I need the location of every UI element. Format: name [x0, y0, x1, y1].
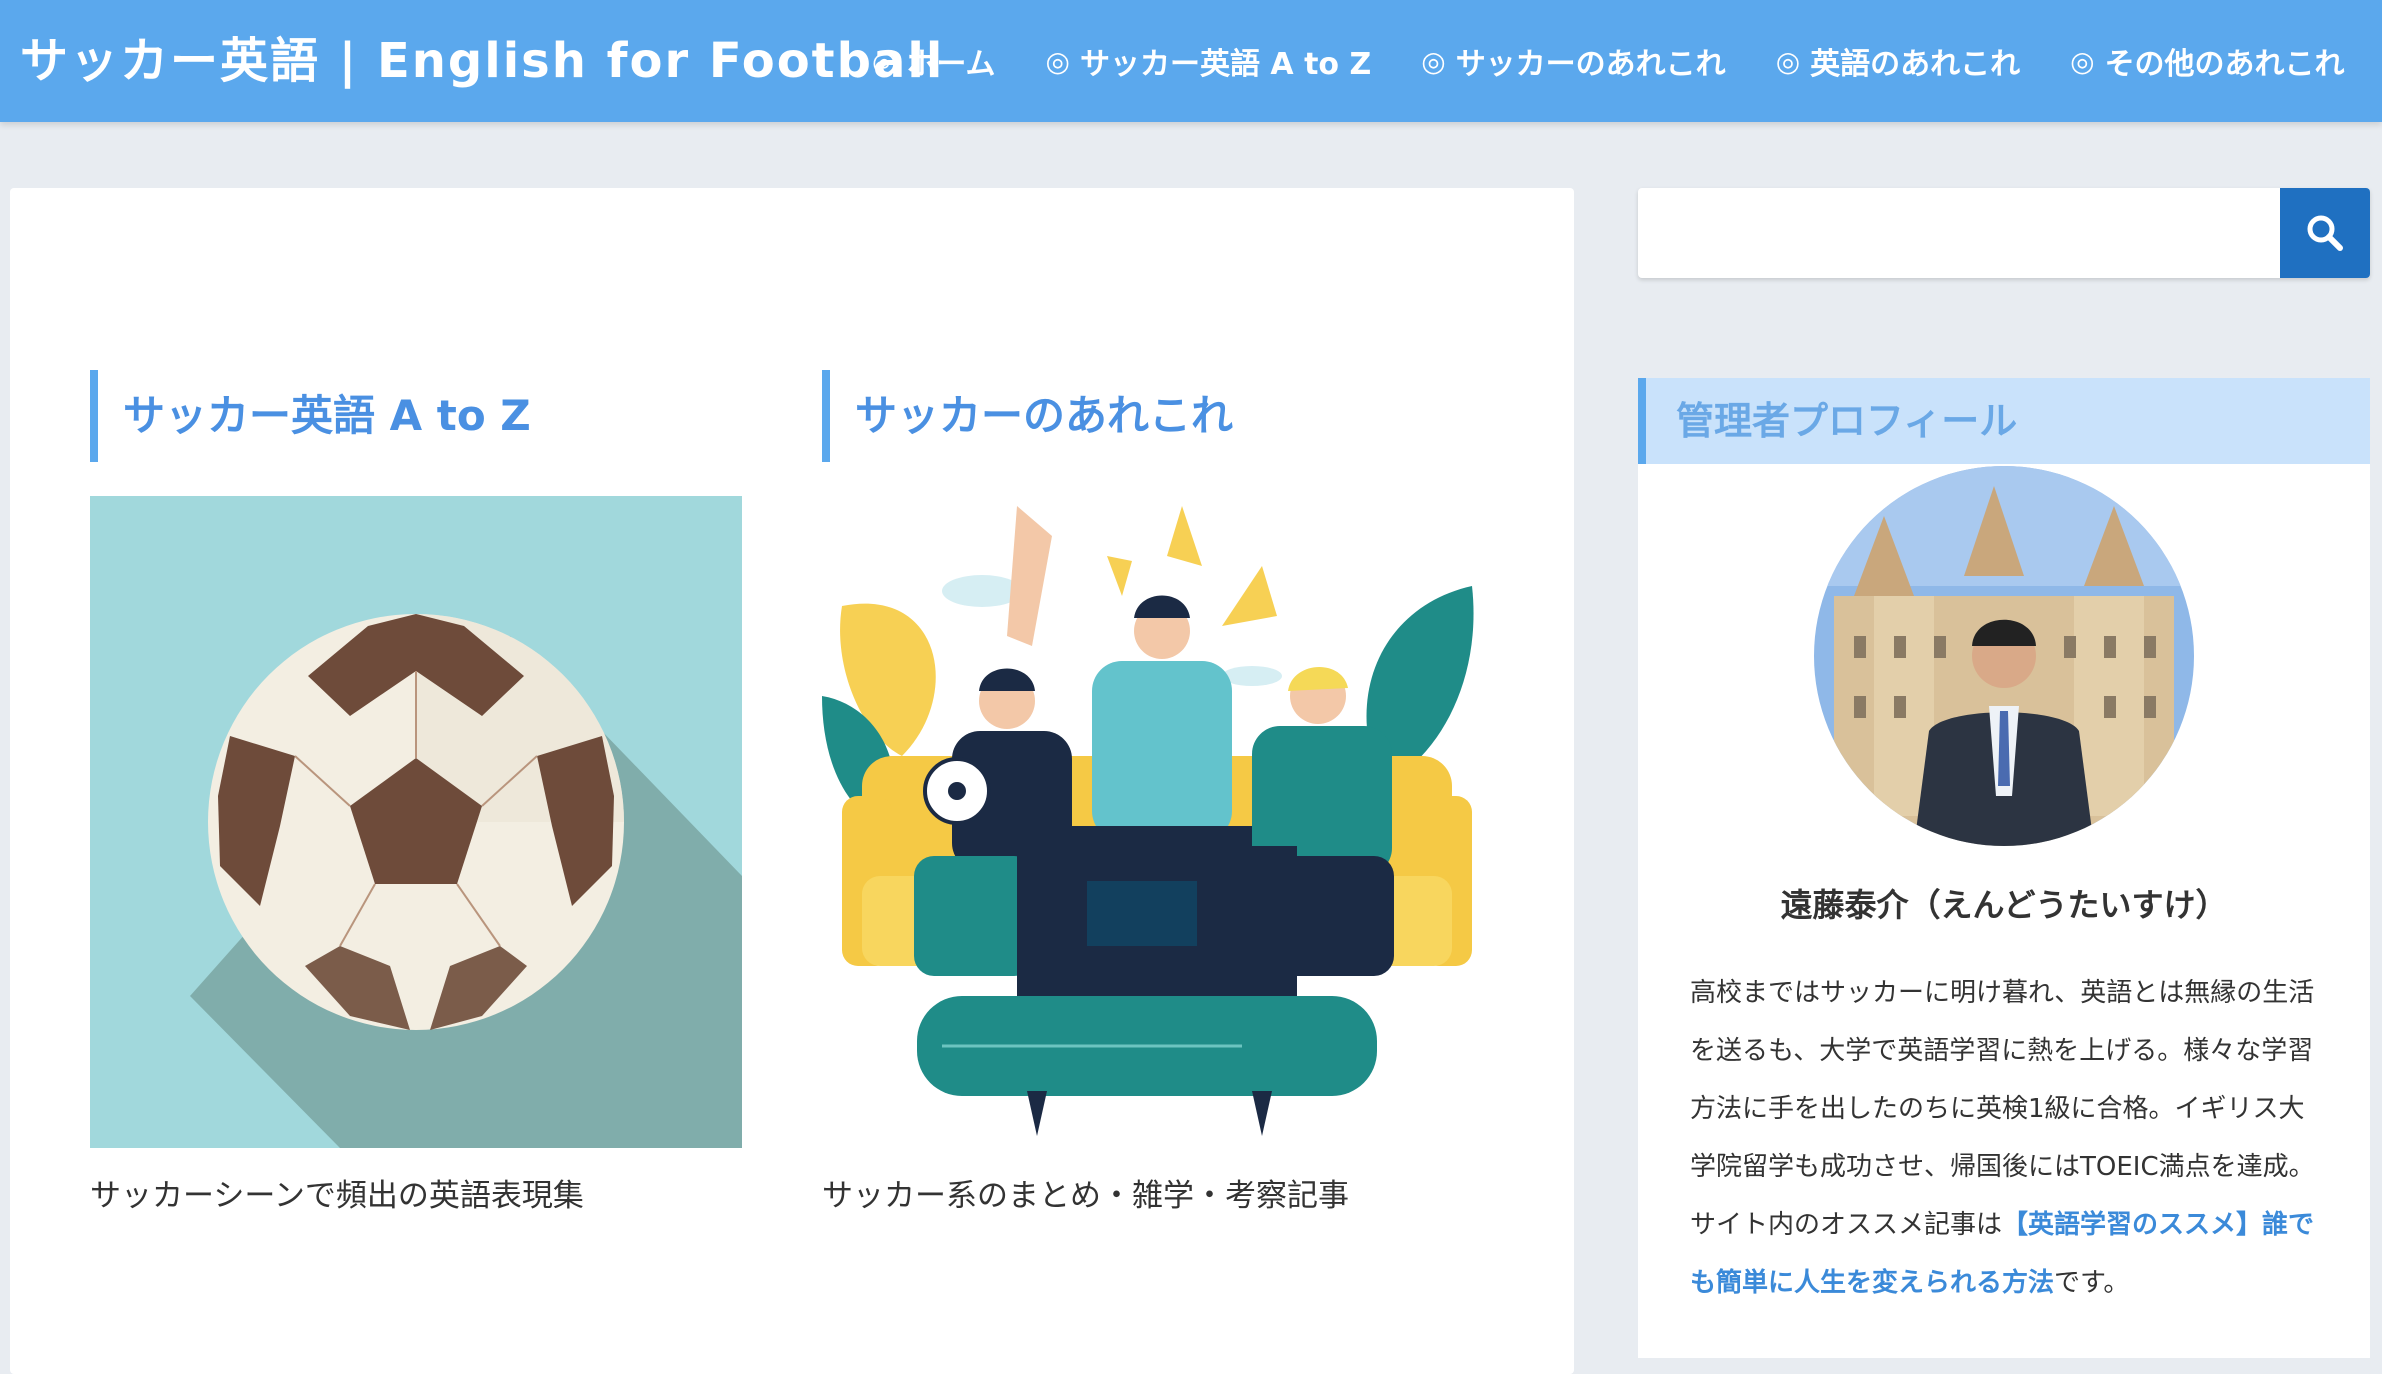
nav-label: ホーム — [906, 47, 996, 82]
nav-label: サッカー英語 A to Z — [1079, 47, 1372, 82]
nav-item-other[interactable]: ◎ その他のあれこれ — [2070, 39, 2344, 83]
nav-item-english-misc[interactable]: ◎ 英語のあれこれ — [1776, 39, 2020, 83]
search-input[interactable] — [1638, 188, 2278, 278]
search-widget — [1638, 188, 2370, 278]
category-description: サッカー系のまとめ・雑学・考察記事 — [822, 1178, 1349, 1214]
circle-bullet-icon: ◎ — [872, 44, 897, 78]
avatar — [1814, 466, 2194, 846]
circle-bullet-icon: ◎ — [1045, 44, 1070, 78]
nav-item-soccer-misc[interactable]: ◎ サッカーのあれこれ — [1421, 39, 1725, 83]
category-heading[interactable]: サッカーのあれこれ — [822, 370, 1474, 462]
circle-bullet-icon: ◎ — [1775, 44, 1801, 78]
profile-widget: 管理者プロフィール 遠藤泰介（えんどうたいすけ） 高校まではサッカーに明け暮れ、… — [1638, 378, 2370, 1358]
bio-suffix: です。 — [2054, 1268, 2130, 1298]
nav-item-home[interactable]: ◎ ホーム — [872, 39, 996, 83]
circle-bullet-icon: ◎ — [2070, 44, 2095, 78]
nav-label: その他のあれこれ — [2104, 47, 2345, 82]
profile-name: 遠藤泰介（えんどうたいすけ） — [1780, 886, 2228, 924]
site-header: サッカー英語 | English for Football ◎ ホーム ◎ サッ… — [0, 0, 2382, 122]
site-title[interactable]: サッカー英語 | English for Football — [20, 0, 944, 122]
category-description: サッカーシーンで頻出の英語表現集 — [90, 1178, 584, 1214]
profile-title: 管理者プロフィール — [1638, 378, 2370, 464]
profile-bio: 高校まではサッカーに明け暮れ、英語とは無縁の生活を送るも、大学で英語学習に熱を上… — [1690, 964, 2330, 1312]
nav-label: サッカーのあれこれ — [1455, 47, 1726, 82]
bio-text: 高校まではサッカーに明け暮れ、英語とは無縁の生活を送るも、大学で英語学習に熱を上… — [1690, 978, 2315, 1240]
category-heading[interactable]: サッカー英語 A to Z — [90, 370, 742, 462]
nav-item-soccer-english[interactable]: ◎ サッカー英語 A to Z — [1046, 39, 1372, 83]
main-content: サッカー英語 A to Z サッカーシーンで頻出の英語表現集 サッカーのあれこれ… — [10, 188, 1574, 1374]
fans-watching-tv-illustration[interactable] — [822, 496, 1474, 1148]
circle-bullet-icon: ◎ — [1421, 44, 1446, 78]
nav-label: 英語のあれこれ — [1810, 47, 2021, 82]
soccer-ball-illustration[interactable] — [90, 496, 742, 1148]
search-icon — [2307, 215, 2343, 251]
main-nav: ◎ ホーム ◎ サッカー英語 A to Z ◎ サッカーのあれこれ ◎ 英語のあ… — [872, 0, 2345, 122]
search-button[interactable] — [2280, 188, 2370, 278]
